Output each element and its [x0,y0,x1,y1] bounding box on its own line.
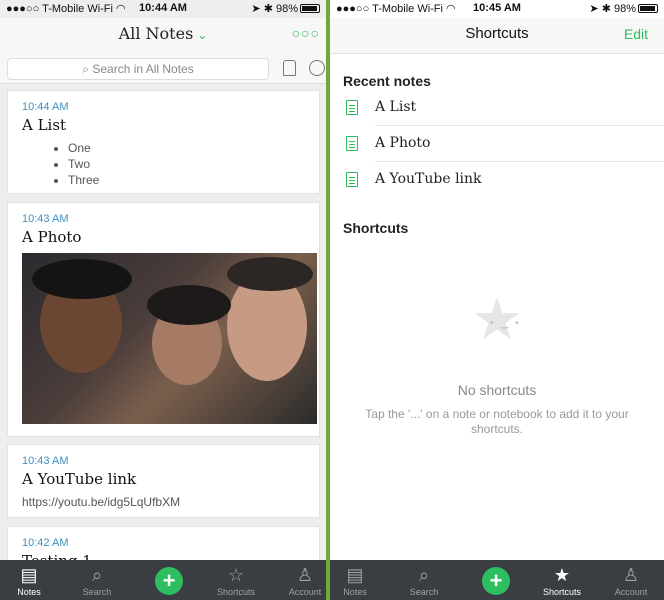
chevron-down-icon: ⌄ [197,28,208,42]
tab-label: Account [614,587,648,597]
search-icon: ⌕ [82,62,89,76]
notes-pane: ●●●○○ T-Mobile Wi-Fi ◠ 10:44 AM ➤ ✱ 98% … [0,0,326,600]
tab-bar: ▤ Notes ⌕ Search + ☆ Shortcuts ♙ Account [0,560,326,600]
notes-icon: ▤ [20,565,38,585]
tab-label: Shortcuts [542,587,582,597]
page-title: Shortcuts [465,25,529,42]
battery-icon [638,4,658,13]
tab-shortcuts[interactable]: ☆ Shortcuts [203,560,269,600]
notes-icon: ▤ [346,565,364,585]
tab-label: Notes [343,587,367,597]
battery-indicator: ➤ ✱ 98% [589,2,658,15]
plus-icon: + [162,568,176,593]
note-card-youtube[interactable]: 10:43 AM A YouTube link https://youtu.be… [7,444,320,518]
recent-note-label: A Photo [375,135,431,151]
recent-note-item[interactable]: A YouTube link [330,162,664,198]
note-bullet-list: One Two Three [68,140,305,188]
more-options-icon[interactable]: ○○○ [292,25,320,41]
note-icon [346,136,358,151]
note-time: 10:43 AM [22,455,69,467]
note-title: Testing 1 [22,552,305,560]
note-title: A YouTube link [22,470,137,488]
add-note-button[interactable]: + [482,567,510,595]
note-icon [346,100,358,115]
note-icon [346,172,358,187]
notebook-selector[interactable]: All Notes ⌄ [0,24,326,43]
shortcuts-pane: ●●●○○ T-Mobile Wi-Fi ◠ 10:45 AM ➤ ✱ 98% … [330,0,664,600]
status-bar: ●●●○○ T-Mobile Wi-Fi ◠ 10:44 AM ➤ ✱ 98% [0,0,326,18]
list-item: Two [68,156,305,172]
tab-shortcuts[interactable]: ★ Shortcuts [529,560,595,600]
tab-search[interactable]: ⌕ Search [391,560,457,600]
note-card-photo[interactable]: 10:43 AM A Photo [7,202,320,437]
search-input[interactable]: ⌕ Search in All Notes [7,58,269,80]
note-title: A Photo [22,228,82,246]
recent-note-item[interactable]: A Photo [330,126,664,162]
tab-account[interactable]: ♙ Account [272,560,326,600]
reminder-clock-icon[interactable] [309,60,325,76]
battery-indicator: ➤ ✱ 98% [251,2,320,15]
list-item: One [68,140,305,156]
recent-notes-heading: Recent notes [343,73,431,89]
star-icon: ★ [553,565,571,585]
tag-icon[interactable] [283,60,296,76]
note-time: 10:43 AM [22,213,69,225]
status-bar: ●●●○○ T-Mobile Wi-Fi ◠ 10:45 AM ➤ ✱ 98% [330,0,664,18]
smiley-face-icon: • ‿ • [490,318,521,329]
tab-label: Notes [17,587,41,597]
empty-state-title: No shortcuts [457,382,537,398]
note-time: 10:44 AM [22,101,69,113]
search-icon: ⌕ [418,565,430,585]
note-photo-thumbnail [22,253,317,424]
note-url: https://youtu.be/idg5LqUfbXM [22,495,181,509]
list-item: Three [68,172,305,188]
note-card-testing[interactable]: 10:42 AM Testing 1 [7,526,320,560]
search-icon: ⌕ [91,565,103,585]
tab-bar: ▤ Notes ⌕ Search + ★ Shortcuts ♙ Account [330,560,664,600]
shortcuts-heading: Shortcuts [343,220,409,236]
note-title: A List [22,116,67,134]
tab-label: Account [288,587,322,597]
shortcuts-header: Shortcuts Edit [330,18,664,54]
edit-button[interactable]: Edit [624,26,648,42]
recent-note-item[interactable]: A List [330,90,664,126]
add-note-button[interactable]: + [155,567,183,595]
tab-notes[interactable]: ▤ Notes [330,560,388,600]
tab-label: Search [409,587,439,597]
notes-header: All Notes ⌄ ○○○ [0,18,326,54]
note-time: 10:42 AM [22,537,69,549]
note-list: 10:44 AM A List One Two Three 10:43 AM A… [0,84,326,560]
tab-notes[interactable]: ▤ Notes [0,560,62,600]
recent-note-label: A List [375,99,417,115]
plus-icon: + [489,568,503,593]
tab-label: Shortcuts [216,587,256,597]
tab-account[interactable]: ♙ Account [598,560,664,600]
note-card-list[interactable]: 10:44 AM A List One Two Three [7,90,320,194]
tab-label: Search [82,587,112,597]
star-icon: ☆ [227,565,245,585]
recent-note-label: A YouTube link [375,171,482,187]
battery-icon [300,4,320,13]
tab-search[interactable]: ⌕ Search [64,560,130,600]
search-row: ⌕ Search in All Notes [0,54,326,84]
person-icon: ♙ [622,565,640,585]
empty-state-subtitle: Tap the '...' on a note or notebook to a… [365,407,629,436]
person-icon: ♙ [296,565,314,585]
